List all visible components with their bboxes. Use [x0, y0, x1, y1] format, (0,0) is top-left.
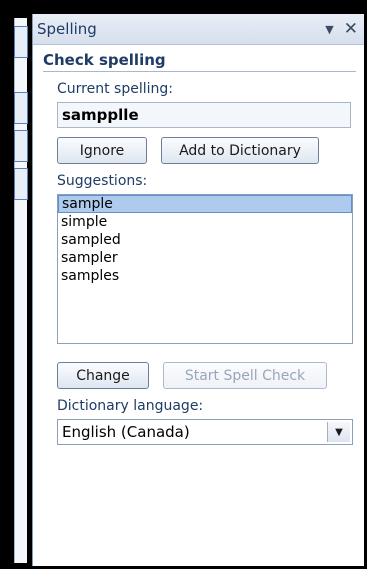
dictionary-language-select[interactable]: English (Canada) ▼ [57, 419, 353, 445]
chevron-down-icon[interactable]: ▼ [327, 422, 350, 442]
close-icon[interactable]: ✕ [344, 20, 358, 38]
suggestion-item[interactable]: simple [58, 213, 352, 231]
add-to-dictionary-button[interactable]: Add to Dictionary [161, 137, 319, 164]
suggestions-label: Suggestions: [57, 173, 148, 189]
pane-header: Spelling ▼ ✕ [33, 14, 364, 45]
suggestion-item[interactable]: sampled [58, 231, 352, 249]
ignore-button[interactable]: Ignore [57, 137, 147, 164]
button-row-1: Ignore Add to Dictionary [57, 137, 364, 164]
spelling-content: Current spelling: samppl​le Ignore Add t… [33, 81, 364, 445]
suggestions-list[interactable]: sample simple sampled sampler samples [57, 194, 353, 344]
side-tab-1[interactable] [14, 26, 28, 58]
section-title: Check spelling [43, 51, 356, 72]
dictionary-language-value: English (Canada) [62, 423, 190, 441]
pane-title: Spelling [37, 20, 97, 38]
current-spelling-field[interactable]: samppl​le [57, 102, 351, 128]
dictionary-language-label: Dictionary language: [57, 398, 204, 414]
current-spelling-value: samppl​le [62, 106, 139, 124]
side-tab-3[interactable] [14, 130, 28, 162]
change-button[interactable]: Change [57, 362, 149, 389]
suggestion-item[interactable]: sample [58, 195, 352, 213]
button-row-2: Change Start Spell Check [57, 353, 364, 389]
side-tab-4[interactable] [14, 168, 28, 200]
suggestion-item[interactable]: samples [58, 267, 352, 285]
pane-menu-dropdown-icon[interactable]: ▼ [325, 24, 333, 35]
start-spell-check-button[interactable]: Start Spell Check [163, 362, 327, 389]
pane-controls: ▼ ✕ [325, 20, 358, 38]
left-edge-strip [0, 0, 32, 569]
suggestion-item[interactable]: sampler [58, 249, 352, 267]
side-tab-2[interactable] [14, 92, 28, 124]
spelling-pane: Spelling ▼ ✕ Check spelling Current spel… [32, 14, 364, 566]
current-spelling-label: Current spelling: [57, 81, 173, 97]
